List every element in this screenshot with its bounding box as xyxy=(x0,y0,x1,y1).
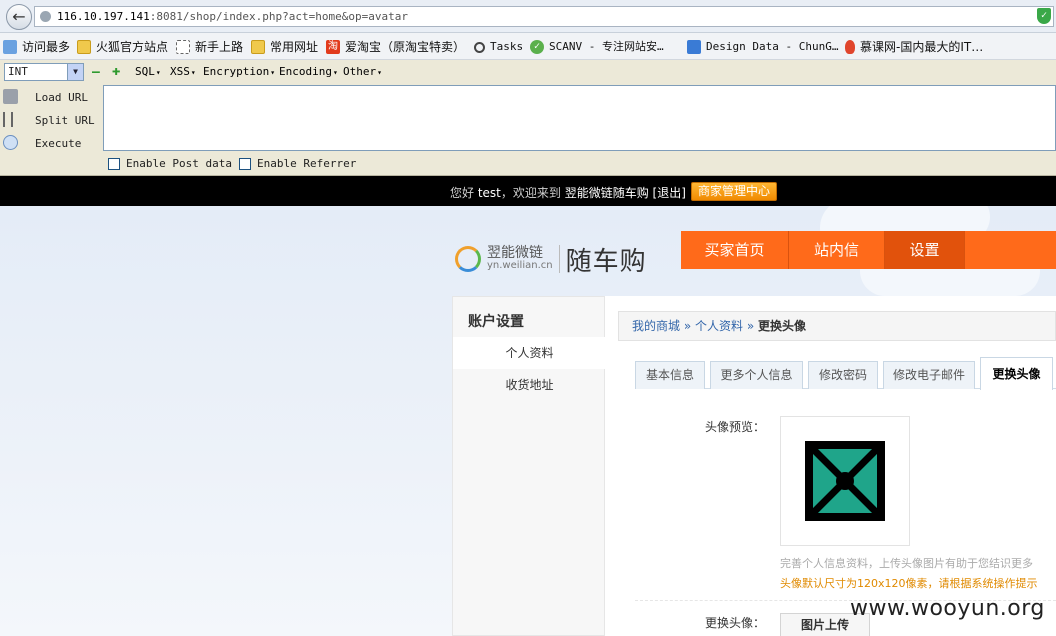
split-url-button[interactable]: Split URL xyxy=(0,110,100,132)
breadcrumb-current: 更换头像 xyxy=(758,319,807,333)
flame-icon xyxy=(845,40,855,54)
tab-more-info[interactable]: 更多个人信息 xyxy=(710,361,803,389)
bookmark-item[interactable]: 淘爱淘宝（原淘宝特卖） xyxy=(326,39,465,55)
username: test xyxy=(477,186,501,200)
nav-settings[interactable]: 设置 xyxy=(885,231,965,269)
scissors-icon xyxy=(3,112,13,127)
bookmark-item[interactable]: 访问最多 xyxy=(3,39,70,55)
avatar-preview-label: 头像预览： xyxy=(705,420,766,434)
minus-icon[interactable]: – xyxy=(92,65,100,80)
checkbox-box[interactable] xyxy=(239,157,251,170)
back-arrow-icon[interactable]: ← xyxy=(6,4,32,30)
avatar-preview xyxy=(780,416,910,546)
enable-referrer-checkbox[interactable]: Enable Referrer xyxy=(239,157,356,170)
checkbox-box[interactable] xyxy=(108,157,120,170)
breadcrumb-profile[interactable]: 个人资料 xyxy=(695,319,743,333)
shield-icon[interactable]: ✓ xyxy=(1037,8,1051,24)
chevron-down-icon[interactable]: ▼ xyxy=(67,64,83,80)
bookmarks-bar: 访问最多 火狐官方站点 新手上路 常用网址 淘爱淘宝（原淘宝特卖） Tasks … xyxy=(0,33,1056,60)
encryption-menu[interactable]: Encryption xyxy=(203,65,275,78)
main-nav: 买家首页 站内信 设置 xyxy=(681,231,1056,269)
execute-button[interactable]: Execute xyxy=(0,133,100,155)
bookmark-item[interactable]: 新手上路 xyxy=(176,39,243,55)
search-icon xyxy=(3,40,17,54)
page-body: 翌能微链 yn.weilian.cn 随车购 买家首页 站内信 设置 账户设置 … xyxy=(0,206,1056,636)
tab-change-email[interactable]: 修改电子邮件 xyxy=(883,361,975,389)
breadcrumb: 我的商城 » 个人资料 » 更换头像 xyxy=(618,311,1056,341)
bookmark-item[interactable]: Tasks xyxy=(474,39,523,55)
sidebar-title: 账户设置 xyxy=(468,314,524,330)
bookmark-item[interactable]: Design Data - ChunG… xyxy=(687,39,838,55)
encoding-select[interactable]: INT ▼ xyxy=(4,63,84,81)
avatar-image xyxy=(805,441,885,521)
bookmark-item[interactable]: ✓ SCANV - 专注网站安… xyxy=(530,39,664,55)
hackbar-panel: INT▼ – ✚ SQL XSS Encryption Encoding Oth… xyxy=(0,60,1056,176)
folder-icon xyxy=(77,40,91,54)
nav-messages[interactable]: 站内信 xyxy=(789,231,885,269)
sidebar-item-profile[interactable]: 个人资料 xyxy=(453,337,606,369)
welcome-text: 您好 test，欢迎来到 翌能微链随车购 [退出] xyxy=(450,186,686,200)
site-logo[interactable]: 翌能微链 yn.weilian.cn 随车购 xyxy=(455,244,647,277)
bookmark-item[interactable]: 慕课网-国内最大的IT… xyxy=(845,39,983,55)
url-host: 116.10.197.141 xyxy=(57,10,150,23)
avatar-size-hint: 头像默认尺寸为120x120像素，请根据系统操作提示 xyxy=(780,577,1038,590)
plus-icon[interactable]: ✚ xyxy=(112,63,120,79)
sidebar-item-address[interactable]: 收货地址 xyxy=(453,369,606,401)
address-field[interactable]: 116.10.197.141:8081/shop/index.php?act=h… xyxy=(34,6,1054,27)
globe-icon xyxy=(40,11,51,22)
load-url-icon xyxy=(3,89,18,104)
account-sidebar: 账户设置 个人资料 收货地址 xyxy=(452,296,606,636)
breadcrumb-home[interactable]: 我的商城 xyxy=(632,319,680,333)
dashed-page-icon xyxy=(176,40,190,54)
encoding-menu[interactable]: Encoding xyxy=(279,65,338,78)
folder-icon xyxy=(251,40,265,54)
logo-mark-icon xyxy=(455,246,481,272)
site-topbar: 您好 test，欢迎来到 翌能微链随车购 [退出] 商家管理中心 xyxy=(0,176,1056,206)
other-menu[interactable]: Other xyxy=(343,65,382,78)
xss-menu[interactable]: XSS xyxy=(170,65,196,78)
check-circle-icon: ✓ xyxy=(530,40,544,54)
site-link[interactable]: 翌能微链随车购 xyxy=(565,186,649,200)
url-path: :8081/shop/index.php?act=home&op=avatar xyxy=(149,10,408,23)
bookmark-item[interactable]: 火狐官方站点 xyxy=(77,39,168,55)
watermark-text: www.wooyun.org xyxy=(850,596,1045,621)
merchant-center-button[interactable]: 商家管理中心 xyxy=(691,182,777,201)
magnifier-icon xyxy=(474,41,485,53)
avatar-hint: 完善个人信息资料，上传头像图片有助于您结识更多 xyxy=(780,557,1033,570)
main-content: 我的商城 » 个人资料 » 更换头像 基本信息 更多个人信息 修改密码 修改电子… xyxy=(605,296,1056,636)
tab-change-avatar[interactable]: 更换头像 xyxy=(980,357,1053,390)
url-textarea[interactable] xyxy=(103,85,1056,151)
tab-basic-info[interactable]: 基本信息 xyxy=(635,361,705,389)
sql-menu[interactable]: SQL xyxy=(135,65,161,78)
taobao-icon: 淘 xyxy=(326,40,340,54)
profile-tabs: 基本信息 更多个人信息 修改密码 修改电子邮件 更换头像 xyxy=(635,357,1056,390)
change-avatar-label: 更换头像： xyxy=(705,616,766,630)
load-url-button[interactable]: Load URL xyxy=(0,87,100,109)
enable-post-checkbox[interactable]: Enable Post data xyxy=(108,157,232,170)
database-icon xyxy=(687,40,701,54)
bookmark-item[interactable]: 常用网址 xyxy=(251,39,318,55)
nav-buyer-home[interactable]: 买家首页 xyxy=(681,231,789,269)
logout-link[interactable]: [退出] xyxy=(649,186,686,200)
play-icon xyxy=(3,135,18,150)
tab-change-password[interactable]: 修改密码 xyxy=(808,361,878,389)
browser-url-bar: ← 116.10.197.141:8081/shop/index.php?act… xyxy=(0,0,1056,33)
